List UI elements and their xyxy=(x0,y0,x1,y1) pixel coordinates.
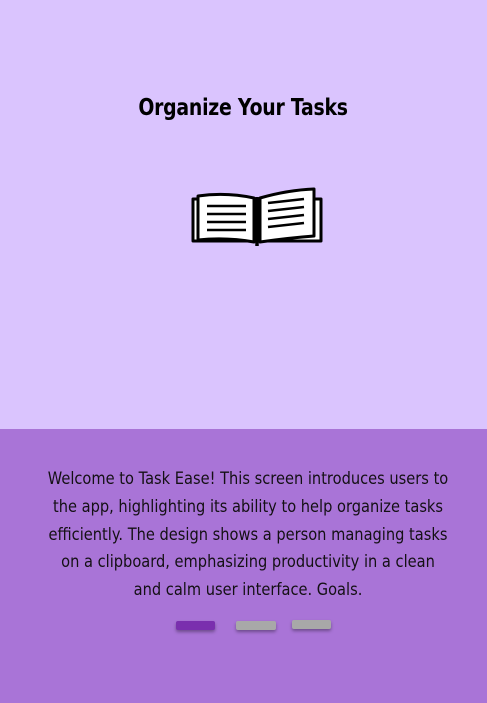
screen-title: Organize Your Tasks xyxy=(138,95,348,121)
page-indicator-2[interactable] xyxy=(236,621,276,630)
page-indicator-1-active[interactable] xyxy=(176,621,215,630)
page-indicator-3[interactable] xyxy=(292,620,331,629)
description-text: Welcome to Task Ease! This screen introd… xyxy=(47,469,449,601)
open-book-icon xyxy=(191,187,323,246)
